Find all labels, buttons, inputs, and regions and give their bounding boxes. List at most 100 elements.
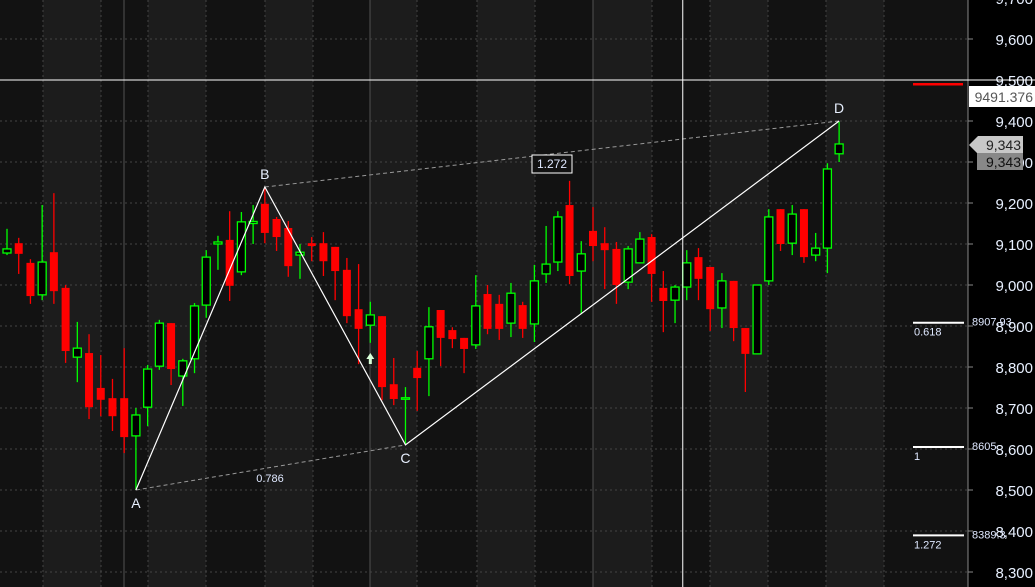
fib-ratio-label: 1.272 — [914, 539, 942, 551]
candle-body — [331, 246, 340, 272]
background-band — [206, 0, 265, 587]
candle-body — [201, 256, 211, 306]
candle-body — [120, 398, 129, 438]
candle-body — [694, 257, 703, 279]
candle-up[interactable] — [764, 209, 774, 285]
candle-body — [448, 330, 457, 340]
candle-body — [167, 323, 176, 370]
background-band — [148, 0, 206, 587]
ratio-label-bd: 1.272 — [537, 157, 567, 171]
candle-body — [413, 367, 422, 379]
candle-body — [822, 168, 833, 249]
candle-up[interactable] — [752, 284, 762, 355]
candle-body — [600, 243, 609, 251]
candle-body — [647, 237, 656, 274]
candle-body — [612, 248, 621, 285]
candle-body — [834, 143, 844, 155]
background-band — [593, 0, 652, 587]
candle-body — [49, 252, 58, 292]
candle-body — [142, 368, 153, 408]
last-price-label-secondary: 9,343 — [986, 154, 1021, 170]
fib-price-label: 8605 — [972, 441, 996, 453]
candle-body — [61, 287, 70, 352]
crosshair-price-label: 9491.376 — [975, 89, 1034, 105]
background-band — [265, 0, 313, 587]
candlestick-chart[interactable]: 8,3008,4008,5008,6008,7008,8008,9009,000… — [0, 0, 1035, 587]
background-band — [535, 0, 593, 587]
pattern-point-label: C — [400, 450, 410, 466]
candle-body — [565, 205, 574, 276]
candle-body — [108, 398, 117, 417]
fib-price-label: 8907.93 — [972, 317, 1012, 329]
candle-body — [811, 247, 821, 256]
last-price-label: 9,343 — [986, 137, 1021, 153]
candle-body — [483, 294, 492, 329]
y-tick-label: 8,300 — [995, 565, 1033, 582]
candle-up[interactable] — [553, 211, 563, 272]
y-tick-label: 9,400 — [995, 114, 1033, 131]
candle-body — [787, 213, 797, 244]
candle-body — [741, 328, 750, 354]
candle-body — [96, 387, 105, 400]
candle-body — [284, 228, 293, 267]
candle-up[interactable] — [154, 319, 165, 370]
candle-body — [553, 216, 563, 263]
background-band — [370, 0, 417, 587]
y-tick-label: 9,000 — [995, 278, 1033, 295]
candle-body — [706, 266, 715, 310]
candle-up[interactable] — [623, 246, 633, 290]
fib-ratio-label: 0.618 — [914, 327, 942, 339]
fib-price-label: 8389.3 — [972, 529, 1006, 541]
candle-body — [495, 303, 504, 329]
fib-ratio-label: 1 — [914, 451, 920, 463]
candle-down[interactable] — [799, 209, 808, 263]
candle-body — [213, 241, 223, 245]
candle-body — [799, 209, 808, 258]
pattern-point-label: A — [131, 495, 141, 511]
candle-body — [365, 314, 375, 326]
candle-body — [354, 309, 363, 329]
candle-body — [529, 280, 540, 325]
candle-body — [682, 262, 692, 288]
background-band — [826, 0, 884, 587]
candle-body — [506, 292, 516, 324]
background-band — [313, 0, 370, 587]
candle-body — [37, 261, 47, 296]
ratio-label-ac: 0.786 — [256, 473, 284, 485]
candle-body — [717, 280, 727, 309]
candle-body — [518, 305, 527, 329]
candle-body — [460, 337, 469, 349]
background-band — [884, 0, 968, 587]
candle-body — [436, 310, 445, 338]
candle-body — [635, 238, 645, 264]
candle-body — [272, 218, 281, 238]
candle-body — [764, 216, 774, 282]
y-tick-label: 8,800 — [995, 360, 1033, 377]
y-tick-label: 9,200 — [995, 196, 1033, 213]
candle-body — [14, 243, 23, 254]
background-band — [417, 0, 477, 587]
candle-body — [2, 248, 12, 254]
background-band — [768, 0, 826, 587]
candle-body — [670, 286, 680, 301]
candle-body — [236, 221, 247, 273]
candle-body — [752, 284, 762, 355]
candle-body — [424, 326, 434, 360]
background-band — [477, 0, 535, 587]
y-tick-label: 9,700 — [995, 0, 1033, 8]
pattern-point-label: D — [834, 100, 844, 116]
candle-body — [307, 243, 316, 247]
candle-body — [342, 269, 351, 317]
candle-body — [378, 316, 387, 388]
pattern-point-label: B — [260, 166, 269, 182]
candle-body — [776, 209, 785, 244]
candle-body — [131, 414, 141, 437]
candle-body — [589, 230, 597, 247]
candle-body — [471, 305, 481, 346]
candle-body — [729, 280, 738, 329]
candle-body — [72, 347, 82, 358]
candle-body — [659, 287, 668, 301]
background-band — [0, 0, 43, 587]
candle-body — [26, 262, 35, 297]
background-band — [43, 0, 101, 587]
